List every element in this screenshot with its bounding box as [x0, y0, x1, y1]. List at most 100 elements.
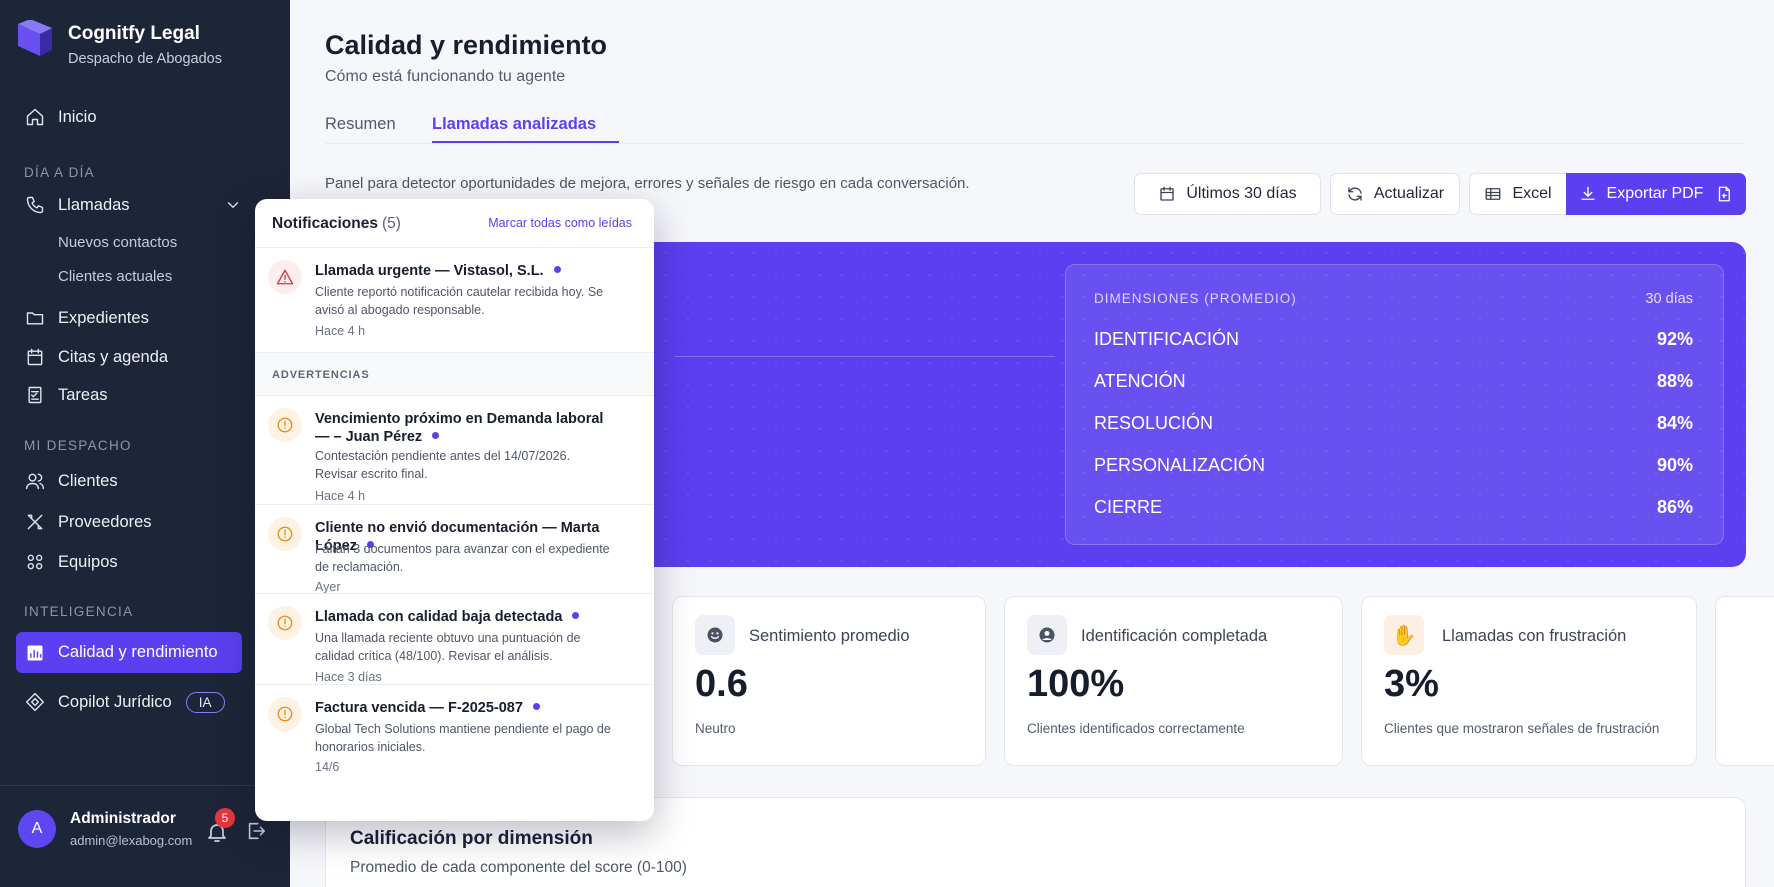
divider	[255, 684, 654, 685]
notification-item[interactable]: Cliente no envió documentación — Marta L…	[255, 505, 654, 594]
ia-badge: IA	[185, 691, 225, 713]
dimension-label: PERSONALIZACIÓN	[1094, 455, 1266, 475]
logout-icon[interactable]	[245, 820, 267, 842]
export-pdf-button[interactable]: Exportar PDF	[1566, 173, 1746, 215]
brand-name: Cognitfy Legal	[68, 23, 200, 44]
notification-description: Faltan 3 documentos para avanzar con el …	[315, 542, 610, 574]
notification-title-text: Llamada urgente — Vistasol, S.L.	[315, 263, 544, 279]
kpi-value: 100%	[1027, 663, 1125, 705]
sidebar-item-label: Tareas	[58, 385, 108, 404]
sidebar-item-label: Expedientes	[58, 308, 149, 327]
notification-time: Hace 3 días	[315, 670, 382, 684]
sidebar-item-label: Inicio	[58, 107, 97, 126]
kpi-value: 0.6	[695, 663, 748, 705]
brand[interactable]: Cognitfy Legal Despacho de Abogados	[16, 20, 222, 67]
notification-title-text: Vencimiento próximo en Demanda laboral —…	[315, 411, 604, 445]
sidebar-item-tareas[interactable]: Tareas	[16, 375, 242, 415]
user-name: Administrador	[70, 810, 176, 827]
dimension-row: IDENTIFICACIÓN 92%	[1094, 329, 1693, 350]
sidebar-item-expedientes[interactable]: Expedientes	[16, 298, 242, 338]
kpi-footnote: Clientes que mostraron señales de frustr…	[1384, 721, 1660, 736]
divider	[255, 504, 654, 505]
warnings-section-header: ADVERTENCIAS	[255, 353, 654, 395]
hand-icon: ✋	[1384, 615, 1424, 655]
kpi-title: Identificación completada	[1081, 627, 1268, 645]
sidebar-divider	[0, 785, 290, 786]
brand-logo-icon	[18, 20, 52, 56]
sidebar-item-label: Citas y agenda	[58, 347, 169, 366]
notification-count-badge: 5	[215, 808, 235, 828]
checklist-icon	[24, 384, 46, 406]
tab-llamadas-analizadas[interactable]: Llamadas analizadas	[432, 115, 596, 134]
tab-active-indicator	[432, 141, 619, 143]
notifications-title-text: Notificaciones	[272, 215, 378, 232]
refresh-button[interactable]: Actualizar	[1330, 173, 1460, 215]
sidebar-item-label: Calidad y rendimiento	[58, 643, 218, 661]
team-icon	[24, 551, 46, 573]
sidebar-item-proveedores[interactable]: Proveedores	[16, 502, 242, 542]
notification-item[interactable]: Llamada urgente — Vistasol, S.L. Cliente…	[255, 248, 654, 352]
kpi-footnote: Clientes identificados correctamente	[1027, 721, 1245, 736]
notification-description: Contestación pendiente antes del 14/07/2…	[315, 449, 571, 481]
dimension-value: 88%	[1656, 371, 1693, 391]
table-icon	[1486, 188, 1501, 200]
excel-label: Excel	[1512, 185, 1552, 202]
avatar: A	[18, 810, 56, 848]
sidebar-item-copilot[interactable]: Copilot Jurídico IA	[16, 682, 242, 722]
sidebar-item-inicio[interactable]: Inicio	[16, 97, 242, 137]
kpi-card-identificacion: Identificación completada 100% Clientes …	[1004, 596, 1343, 766]
kpi-card-partial	[1715, 596, 1774, 766]
kpi-card-sentimiento: Sentimiento promedio 0.6 Neutro	[672, 596, 986, 766]
dimension-row: RESOLUCIÓN 84%	[1094, 413, 1693, 434]
dimension-value: 90%	[1656, 455, 1693, 475]
notifications-title: Notificaciones (5)	[272, 215, 401, 233]
notification-title: Factura vencida — F-2025-087	[315, 699, 615, 717]
notification-title: Vencimiento próximo en Demanda laboral —…	[315, 410, 615, 446]
user-profile[interactable]: A Administrador admin@lexabog.com	[18, 810, 192, 848]
tab-resumen[interactable]: Resumen	[325, 115, 396, 134]
pdf-file-icon	[1719, 186, 1731, 202]
sidebar-item-citas[interactable]: Citas y agenda	[16, 337, 242, 377]
folder-icon	[24, 307, 46, 329]
tabs-divider	[325, 143, 1745, 144]
unread-dot	[572, 611, 580, 619]
kpi-value: 3%	[1384, 663, 1439, 705]
chart-icon	[24, 642, 46, 664]
notification-item[interactable]: Factura vencida — F-2025-087 Global Tech…	[255, 685, 654, 795]
sidebar-item-llamadas[interactable]: Llamadas	[16, 185, 242, 225]
sidebar: Cognitfy Legal Despacho de Abogados Inic…	[0, 0, 290, 887]
refresh-label: Actualizar	[1373, 185, 1445, 202]
alert-triangle-icon	[268, 260, 302, 294]
sidebar-item-calidad[interactable]: Calidad y rendimiento	[16, 632, 242, 673]
warnings-section-label: ADVERTENCIAS	[272, 369, 370, 381]
dimension-label: ATENCIÓN	[1094, 371, 1186, 391]
notification-title-text: Factura vencida — F-2025-087	[315, 700, 523, 716]
smile-icon	[695, 615, 735, 655]
diamond-icon	[24, 691, 46, 713]
kpi-card-frustracion: ✋ Llamadas con frustración 3% Clientes q…	[1361, 596, 1697, 766]
chevron-down-icon[interactable]	[224, 196, 242, 219]
sidebar-item-label: Proveedores	[58, 512, 152, 531]
notification-item[interactable]: Vencimiento próximo en Demanda laboral —…	[255, 396, 654, 504]
sidebar-item-clientes[interactable]: Clientes	[16, 461, 242, 501]
kpi-footnote: Neutro	[695, 721, 736, 736]
unread-dot	[532, 702, 540, 710]
dimensions-period: 30 días	[1645, 291, 1693, 307]
period-button[interactable]: Últimos 30 días	[1134, 173, 1321, 215]
hero-divider	[675, 356, 1055, 357]
mark-all-read-link[interactable]: Marcar todas como leídas	[488, 216, 632, 230]
notification-title: Llamada con calidad baja detectada	[315, 608, 615, 626]
dimension-row: PERSONALIZACIÓN 90%	[1094, 455, 1693, 476]
notification-item[interactable]: Llamada con calidad baja detectada Una l…	[255, 594, 654, 684]
divider	[255, 593, 654, 594]
sidebar-item-nuevos-contactos[interactable]: Nuevos contactos	[58, 234, 177, 251]
dimension-value: 92%	[1656, 329, 1693, 349]
sidebar-item-equipos[interactable]: Equipos	[16, 542, 242, 582]
dimension-row: ATENCIÓN 88%	[1094, 371, 1693, 392]
excel-button[interactable]: Excel	[1469, 173, 1567, 215]
notifications-popover: Notificaciones (5) Marcar todas como leíd…	[255, 199, 654, 821]
warning-circle-icon	[268, 606, 302, 640]
sidebar-item-label: Copilot Jurídico	[58, 692, 172, 711]
sidebar-item-clientes-actuales[interactable]: Clientes actuales	[58, 268, 172, 285]
warning-circle-icon	[268, 697, 302, 731]
